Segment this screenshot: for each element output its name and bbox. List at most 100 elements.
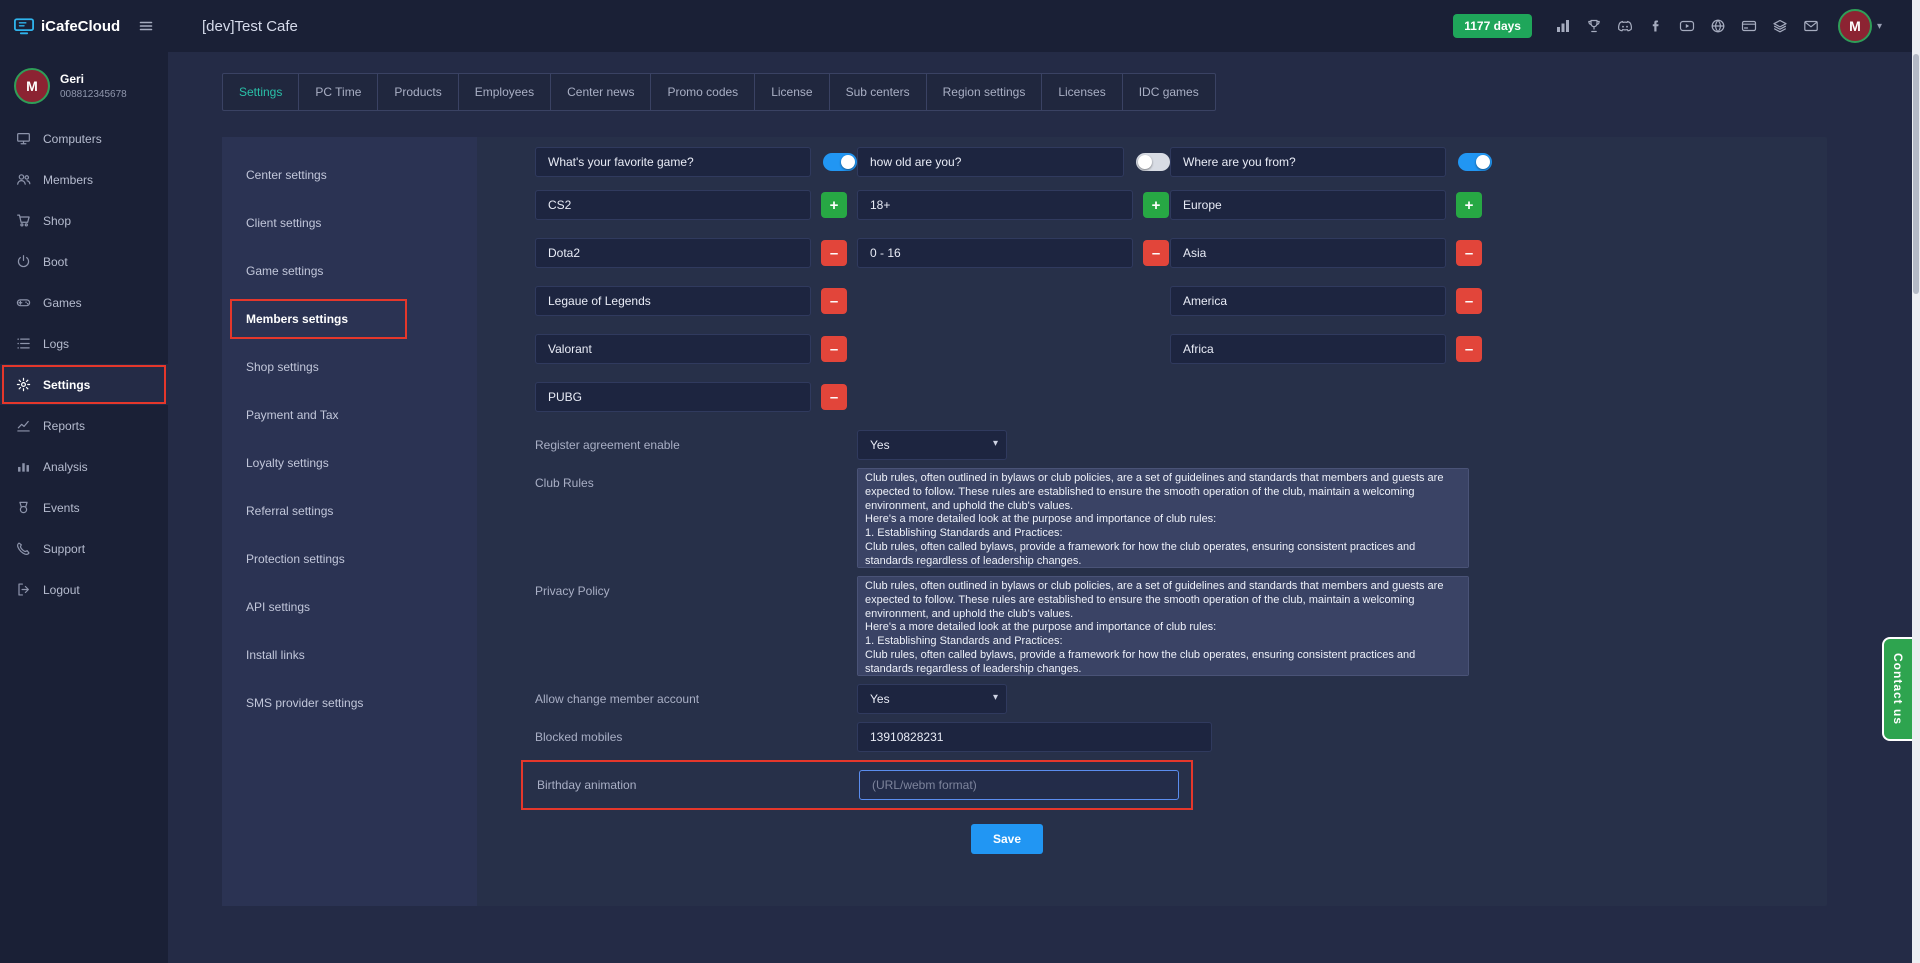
sidebar-user-info: Geri 008812345678 (60, 72, 127, 100)
game-option-input[interactable] (535, 286, 811, 316)
region-option-input[interactable] (1170, 190, 1446, 220)
region-option-input[interactable] (1170, 286, 1446, 316)
facebook-icon[interactable] (1648, 18, 1664, 34)
page-scrollbar[interactable] (1912, 0, 1920, 963)
tab-region-settings[interactable]: Region settings (927, 74, 1043, 110)
menu-referral-settings[interactable]: Referral settings (222, 487, 477, 535)
sidebar-item-games[interactable]: Games (0, 282, 168, 323)
remove-game-option-button[interactable]: – (821, 336, 847, 362)
user-menu-button[interactable]: M ▾ (1838, 9, 1882, 43)
contact-us-button[interactable]: Contact us (1882, 637, 1912, 741)
page-scrollbar-thumb[interactable] (1913, 54, 1919, 294)
game-option-input[interactable] (535, 238, 811, 268)
sidebar-item-label: Reports (43, 419, 85, 433)
menu-payment-and-tax[interactable]: Payment and Tax (222, 391, 477, 439)
sidebar-item-reports[interactable]: Reports (0, 405, 168, 446)
sidebar-item-support[interactable]: Support (0, 528, 168, 569)
toggle-knob (841, 155, 855, 169)
add-region-option-button[interactable]: + (1456, 192, 1482, 218)
menu-protection-settings[interactable]: Protection settings (222, 535, 477, 583)
menu-toggle-icon[interactable] (138, 18, 154, 34)
game-option-input[interactable] (535, 382, 811, 412)
sidebar-item-logout[interactable]: Logout (0, 569, 168, 610)
layers-icon[interactable] (1772, 18, 1788, 34)
sidebar-item-label: Games (43, 296, 82, 310)
tab-license[interactable]: License (755, 74, 829, 110)
privacy-policy-textarea[interactable]: Club rules, often outlined in bylaws or … (857, 576, 1469, 676)
tab-center-news[interactable]: Center news (551, 74, 651, 110)
age-option-input[interactable] (857, 238, 1133, 268)
question-region-input[interactable] (1170, 147, 1446, 177)
user-id: 008812345678 (60, 89, 127, 100)
tab-licenses[interactable]: Licenses (1042, 74, 1122, 110)
menu-client-settings[interactable]: Client settings (222, 199, 477, 247)
sidebar-user-avatar: M (14, 68, 50, 104)
remove-region-option-button[interactable]: – (1456, 240, 1482, 266)
menu-loyalty-settings[interactable]: Loyalty settings (222, 439, 477, 487)
sidebar-item-events[interactable]: Events (0, 487, 168, 528)
tab-sub-centers[interactable]: Sub centers (830, 74, 927, 110)
sidebar: M Geri 008812345678 Computers Members Sh… (0, 52, 168, 963)
sidebar-item-logs[interactable]: Logs (0, 323, 168, 364)
add-age-option-button[interactable]: + (1143, 192, 1169, 218)
tab-promo-codes[interactable]: Promo codes (651, 74, 755, 110)
menu-shop-settings[interactable]: Shop settings (222, 343, 477, 391)
region-option-input[interactable] (1170, 334, 1446, 364)
sidebar-item-label: Computers (43, 132, 102, 146)
remove-game-option-button[interactable]: – (821, 240, 847, 266)
globe-icon[interactable] (1710, 18, 1726, 34)
sidebar-item-boot[interactable]: Boot (0, 241, 168, 282)
menu-center-settings[interactable]: Center settings (222, 151, 477, 199)
allow-change-label: Allow change member account (535, 684, 857, 706)
stats-icon[interactable] (1555, 18, 1571, 34)
bank-card-icon[interactable] (1741, 18, 1757, 34)
allow-change-select[interactable]: Yes (857, 684, 1007, 714)
remove-game-option-button[interactable]: – (821, 384, 847, 410)
sidebar-item-computers[interactable]: Computers (0, 118, 168, 159)
icafecloud-logo[interactable]: iCafeCloud (14, 18, 120, 35)
tab-settings[interactable]: Settings (223, 74, 299, 110)
club-rules-textarea[interactable]: Club rules, often outlined in bylaws or … (857, 468, 1469, 568)
game-option-input[interactable] (535, 190, 811, 220)
question-game-input[interactable] (535, 147, 811, 177)
chevron-down-icon: ▾ (1877, 21, 1882, 32)
remove-region-option-button[interactable]: – (1456, 288, 1482, 314)
add-game-option-button[interactable]: + (821, 192, 847, 218)
question-game-toggle[interactable] (823, 153, 857, 171)
question-age-toggle[interactable] (1136, 153, 1170, 171)
trophy-icon[interactable] (1586, 18, 1602, 34)
tab-pc-time[interactable]: PC Time (299, 74, 378, 110)
question-age-input[interactable] (857, 147, 1124, 177)
discord-icon[interactable] (1617, 18, 1633, 34)
remove-age-option-button[interactable]: – (1143, 240, 1169, 266)
sidebar-item-shop[interactable]: Shop (0, 200, 168, 241)
menu-sms-provider-settings[interactable]: SMS provider settings (222, 679, 477, 727)
menu-api-settings[interactable]: API settings (222, 583, 477, 631)
birthday-animation-input[interactable] (859, 770, 1179, 800)
remove-region-option-button[interactable]: – (1456, 336, 1482, 362)
sidebar-item-label: Logout (43, 583, 80, 597)
tab-products[interactable]: Products (378, 74, 458, 110)
menu-install-links[interactable]: Install links (222, 631, 477, 679)
youtube-icon[interactable] (1679, 18, 1695, 34)
cafe-title: [dev]Test Cafe (202, 18, 298, 35)
sidebar-item-settings[interactable]: Settings (0, 364, 168, 405)
mail-icon[interactable] (1803, 18, 1819, 34)
save-button[interactable]: Save (971, 824, 1043, 854)
menu-members-settings[interactable]: Members settings (222, 295, 477, 343)
question-region-toggle[interactable] (1458, 153, 1492, 171)
region-option-input[interactable] (1170, 238, 1446, 268)
sidebar-item-members[interactable]: Members (0, 159, 168, 200)
age-option-input[interactable] (857, 190, 1133, 220)
tab-idc-games[interactable]: IDC games (1123, 74, 1215, 110)
register-agreement-select[interactable]: Yes (857, 430, 1007, 460)
subscription-days-badge[interactable]: 1177 days (1453, 14, 1532, 38)
menu-game-settings[interactable]: Game settings (222, 247, 477, 295)
blocked-mobiles-input[interactable] (857, 722, 1212, 752)
privacy-policy-row: Privacy Policy Club rules, often outline… (535, 576, 1827, 676)
game-option-input[interactable] (535, 334, 811, 364)
tab-employees[interactable]: Employees (459, 74, 551, 110)
sidebar-item-analysis[interactable]: Analysis (0, 446, 168, 487)
member-questions-grid: + – – – – (535, 147, 1827, 430)
remove-game-option-button[interactable]: – (821, 288, 847, 314)
